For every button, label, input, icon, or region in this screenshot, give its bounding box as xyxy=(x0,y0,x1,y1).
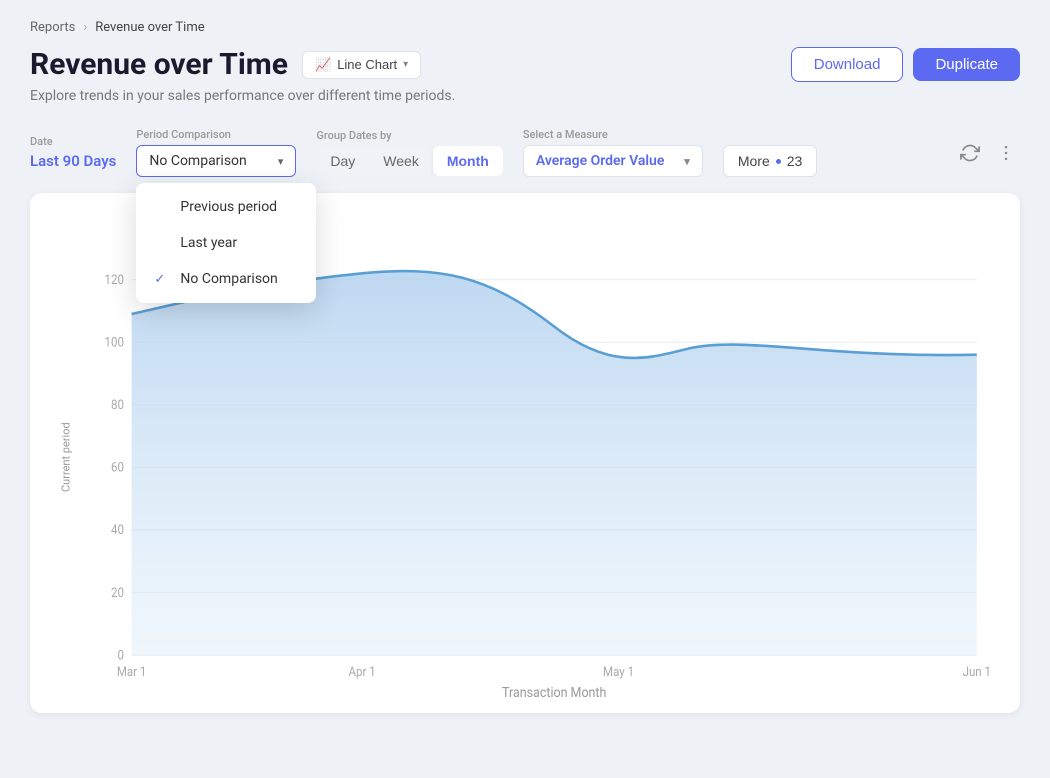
dropdown-item-no-comparison[interactable]: ✓ No Comparison xyxy=(136,261,316,297)
breadcrumb-current: Revenue over Time xyxy=(95,20,204,35)
page-header: Revenue over Time 📈 Line Chart ▾ Downloa… xyxy=(30,47,1020,82)
group-btn-day[interactable]: Day xyxy=(316,146,369,176)
download-button[interactable]: Download xyxy=(791,47,904,82)
breadcrumb-parent[interactable]: Reports xyxy=(30,20,75,35)
measure-group: Select a Measure Average Order Value ▾ xyxy=(523,128,703,177)
chevron-down-icon: ▾ xyxy=(403,59,408,70)
dropdown-item-label: No Comparison xyxy=(180,271,277,287)
more-label-empty xyxy=(723,128,817,141)
svg-text:120: 120 xyxy=(105,272,125,287)
page-title: Revenue over Time xyxy=(30,47,288,82)
dropdown-item-label: Last year xyxy=(180,235,237,251)
svg-text:May 1: May 1 xyxy=(603,665,634,680)
period-comparison-value: No Comparison xyxy=(149,153,246,169)
duplicate-button[interactable]: Duplicate xyxy=(913,48,1020,81)
group-dates-group: Group Dates by Day Week Month xyxy=(316,129,502,176)
period-comparison-label: Period Comparison xyxy=(136,128,296,141)
group-btn-week[interactable]: Week xyxy=(369,146,433,176)
more-label: More xyxy=(738,153,770,169)
period-comparison-group: Period Comparison No Comparison ▾ Previo… xyxy=(136,128,296,177)
dropdown-item-previous-period[interactable]: Previous period xyxy=(136,189,316,225)
breadcrumb: Reports › Revenue over Time xyxy=(30,20,1020,35)
date-filter-value[interactable]: Last 90 Days xyxy=(30,152,116,170)
svg-text:Mar 1: Mar 1 xyxy=(117,665,147,680)
dropdown-item-label: Previous period xyxy=(180,199,277,215)
group-dates-label: Group Dates by xyxy=(316,129,502,142)
svg-text:Transaction Month: Transaction Month xyxy=(502,686,606,697)
svg-text:40: 40 xyxy=(111,523,124,538)
filters-row: Date Last 90 Days Period Comparison No C… xyxy=(30,128,1020,177)
group-dates-buttons: Day Week Month xyxy=(316,146,502,176)
title-group: Revenue over Time 📈 Line Chart ▾ xyxy=(30,47,421,82)
more-dot xyxy=(776,159,781,164)
header-actions: Download Duplicate xyxy=(791,47,1020,82)
svg-text:80: 80 xyxy=(111,398,124,413)
date-filter-label: Date xyxy=(30,135,116,148)
chart-line-icon: 📈 xyxy=(315,57,331,73)
svg-text:Apr 1: Apr 1 xyxy=(349,665,376,680)
measure-value: Average Order Value xyxy=(536,153,665,169)
more-options-button[interactable] xyxy=(992,139,1020,167)
group-btn-month[interactable]: Month xyxy=(433,146,503,176)
svg-text:0: 0 xyxy=(117,648,124,663)
svg-text:20: 20 xyxy=(111,585,124,600)
svg-text:60: 60 xyxy=(111,460,124,475)
toolbar-icons xyxy=(956,139,1020,167)
kebab-menu-icon xyxy=(996,143,1016,163)
y-axis-label: Current period xyxy=(54,217,74,697)
dropdown-item-last-year[interactable]: Last year xyxy=(136,225,316,261)
measure-select[interactable]: Average Order Value ▾ xyxy=(523,145,703,177)
check-icon: ✓ xyxy=(154,272,170,287)
svg-text:100: 100 xyxy=(105,335,125,350)
refresh-icon xyxy=(960,143,980,163)
more-group: More 23 xyxy=(723,128,817,177)
chevron-down-icon: ▾ xyxy=(278,155,284,168)
svg-text:Jun 1: Jun 1 xyxy=(963,665,991,680)
more-button[interactable]: More 23 xyxy=(723,145,817,177)
breadcrumb-separator: › xyxy=(83,20,87,35)
refresh-button[interactable] xyxy=(956,139,984,167)
period-comparison-select[interactable]: No Comparison ▾ xyxy=(136,145,296,177)
chevron-down-icon: ▾ xyxy=(684,155,690,168)
period-comparison-dropdown: Previous period Last year ✓ No Compariso… xyxy=(136,183,316,303)
chart-type-label: Line Chart xyxy=(337,57,397,72)
chart-type-button[interactable]: 📈 Line Chart ▾ xyxy=(302,51,421,79)
date-filter-group: Date Last 90 Days xyxy=(30,135,116,170)
page-subtitle: Explore trends in your sales performance… xyxy=(30,88,1020,104)
more-count: 23 xyxy=(787,153,803,169)
chart-area xyxy=(132,271,977,655)
measure-label: Select a Measure xyxy=(523,128,703,141)
